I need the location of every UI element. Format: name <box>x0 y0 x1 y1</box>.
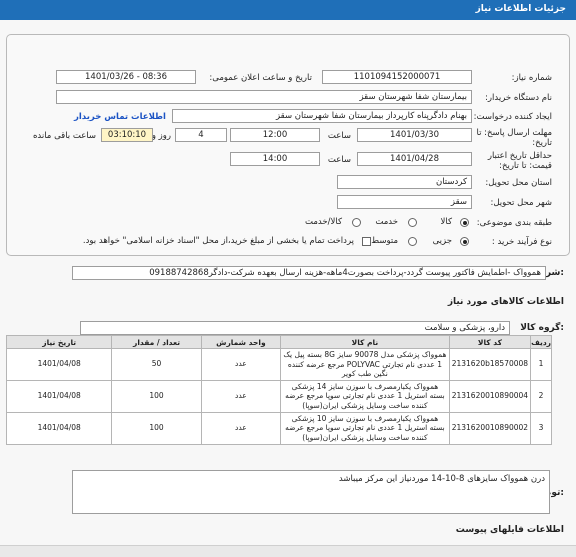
content-panel: پایگاه اطلاع رسانی مناقصات پارس نماد داد… <box>0 20 576 557</box>
buyer-contact-link[interactable]: اطلاعات تماس خریدار <box>74 112 166 122</box>
deadline-label: مهلت ارسال پاسخ: تا تاریخ: <box>476 128 552 148</box>
cell-unit: عدد <box>200 348 282 381</box>
cell-code: 2131620010890002 <box>448 411 532 445</box>
cell-name: هموواک یکبارمصرف با سوزن سایز 10 پزشکی ب… <box>280 411 450 445</box>
category-option-goods-service: کالا/خدمت <box>305 217 342 227</box>
need-number-field: 1101094152000071 <box>322 70 472 84</box>
announce-date-label: تاریخ و ساعت اعلان عمومی: <box>209 73 312 83</box>
process-option-medium: متوسط <box>371 236 398 246</box>
cell-unit: عدد <box>200 379 282 413</box>
horizontal-scrollbar[interactable] <box>0 545 576 557</box>
province-label: استان محل تحویل: <box>485 178 552 188</box>
validity-label: حداقل تاریخ اعتبار قیمت: تا تاریخ: <box>487 151 552 171</box>
buyer-org-label: نام دستگاه خریدار: <box>485 93 552 103</box>
table-row: 1 2131620b18570008 هموواک پزشکی مدل 9007… <box>5 348 552 381</box>
process-label: نوع فرآیند خرید : <box>491 237 552 247</box>
buyer-org-field: بیمارستان شفا شهرستان سقز <box>56 90 472 104</box>
category-label: طبقه بندی موضوعی: <box>476 218 552 228</box>
goods-table: ردیف کد کالا نام کالا واحد شمارش تعداد /… <box>5 335 552 445</box>
deadline-date-field: 1401/03/30 <box>357 128 472 142</box>
goods-table-header: ردیف کد کالا نام کالا واحد شمارش تعداد /… <box>5 335 552 349</box>
category-radio-service[interactable] <box>408 218 417 227</box>
description-field: هموواک -اطمایش فاکتور پیوست گردد-پرداخت … <box>72 266 546 280</box>
process-radio-minor[interactable] <box>460 237 469 246</box>
cell-row: 3 <box>530 411 552 445</box>
city-label: شهر محل تحویل: <box>490 198 552 208</box>
page-header: جزئیات اطلاعات نیاز <box>0 0 576 20</box>
creator-field: بهنام دادگرپناه کارپرداز بیمارستان شفا ش… <box>172 109 472 123</box>
table-row: 2 2131620010890004 هموواک یکبارمصرف با س… <box>5 379 552 413</box>
remaining-time-field: 03:10:10 <box>101 128 153 142</box>
deadline-time-field: 12:00 <box>230 128 320 142</box>
cell-qty: 100 <box>111 379 202 413</box>
category-radio-goods[interactable] <box>460 218 469 227</box>
cell-date: 1401/04/08 <box>5 411 113 445</box>
deadline-time-label: ساعت <box>327 131 351 141</box>
cell-unit: عدد <box>200 411 282 445</box>
cell-row: 1 <box>530 348 552 381</box>
cell-row: 2 <box>530 379 552 413</box>
validity-time-label: ساعت <box>327 155 351 165</box>
attachments-label: اطلاعات فایلهای پیوست <box>455 525 564 535</box>
remaining-label: ساعت باقی مانده <box>32 131 96 141</box>
city-field: سقز <box>337 195 472 209</box>
cell-name: هموواک پزشکی مدل 90078 سایز 8G بسته پیل … <box>280 348 450 381</box>
goods-group-label: گروه کالا: <box>520 323 564 333</box>
treasury-payment-checkbox[interactable] <box>362 237 371 246</box>
page-title: جزئیات اطلاعات نیاز <box>475 4 566 14</box>
buyer-notes-field: درن هموواک سایزهای 8-10-14 موردنیاز این … <box>72 470 550 514</box>
cell-name: هموواک یکبارمصرف با سوزن سایز 14 پزشکی ب… <box>280 379 450 413</box>
col-code: کد کالا <box>448 335 532 349</box>
col-row: ردیف <box>530 335 552 349</box>
validity-date-field: 1401/04/28 <box>357 152 472 166</box>
province-field: کردستان <box>337 175 472 189</box>
col-qty: تعداد / مقدار <box>111 335 202 349</box>
need-number-label: شماره نیاز: <box>511 73 552 83</box>
validity-time-field: 14:00 <box>230 152 320 166</box>
col-date: تاریخ نیاز <box>5 335 113 349</box>
process-option-minor: جزیی <box>432 236 452 246</box>
cell-date: 1401/04/08 <box>5 379 113 413</box>
category-option-service: خدمت <box>375 217 398 227</box>
category-radio-goods-service[interactable] <box>352 218 361 227</box>
cell-code: 2131620b18570008 <box>448 348 532 381</box>
cell-qty: 50 <box>111 348 202 381</box>
cell-date: 1401/04/08 <box>5 348 113 381</box>
cell-code: 2131620010890004 <box>448 379 532 413</box>
days-field: 4 <box>175 128 227 142</box>
col-unit: واحد شمارش <box>200 335 282 349</box>
goods-section-title: اطلاعات کالاهای مورد نیاز <box>447 297 564 307</box>
col-name: نام کالا <box>280 335 450 349</box>
treasury-payment-note: پرداخت تمام یا بخشی از مبلغ خرید،از محل … <box>82 236 354 246</box>
goods-group-field: دارو، پزشکی و سلامت <box>80 321 510 335</box>
table-row: 3 2131620010890002 هموواک یکبارمصرف با س… <box>5 411 552 445</box>
category-option-goods: کالا <box>440 217 452 227</box>
creator-label: ایجاد کننده درخواست: <box>473 112 552 122</box>
announce-date-field: 1401/03/26 - 08:36 <box>56 70 196 84</box>
process-radio-medium[interactable] <box>408 237 417 246</box>
cell-qty: 100 <box>111 411 202 445</box>
days-label: روز و <box>151 131 171 141</box>
